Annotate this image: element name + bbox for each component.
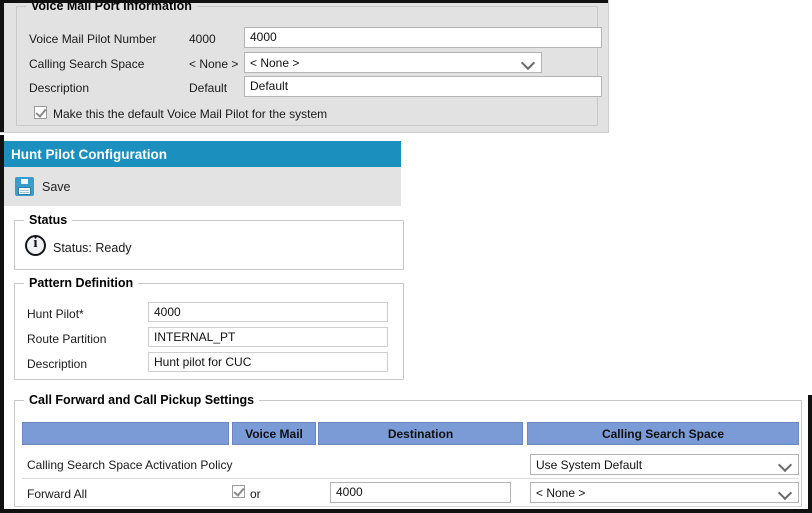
table-header-voice-mail: Voice Mail <box>232 422 316 445</box>
description-current: Default <box>189 81 227 95</box>
calling-search-space-activation-policy-select[interactable]: Use System Default <box>530 454 799 475</box>
table-header-destination-label: Destination <box>388 427 453 441</box>
table-header-voice-mail-label: Voice Mail <box>245 427 303 441</box>
calling-search-space-select[interactable]: < None > <box>244 52 542 73</box>
route-partition-input[interactable]: INTERNAL_PT <box>148 327 388 347</box>
bottom-border-rail <box>0 509 812 513</box>
pattern-description-label: Description <box>27 357 87 371</box>
description-input[interactable]: Default <box>244 76 602 97</box>
voice-mail-pilot-number-label: Voice Mail Pilot Number <box>29 32 156 46</box>
default-voice-mail-pilot-label: Make this the default Voice Mail Pilot f… <box>53 107 327 121</box>
forward-all-calling-search-space-value: < None > <box>536 486 585 500</box>
table-header-calling-search-space: Calling Search Space <box>527 422 799 445</box>
call-forward-legend: Call Forward and Call Pickup Settings <box>24 393 259 407</box>
table-row-divider <box>22 478 799 479</box>
pattern-definition-fieldset: Pattern Definition Hunt Pilot* 4000 Rout… <box>14 283 404 380</box>
table-row-divider <box>22 506 799 507</box>
calling-search-space-current: < None > <box>189 57 238 71</box>
route-partition-label: Route Partition <box>27 332 106 346</box>
table-header-blank <box>22 422 229 445</box>
right-border-rail <box>808 395 812 513</box>
default-voice-mail-pilot-checkbox[interactable] <box>34 106 47 119</box>
hunt-pilot-input[interactable]: 4000 <box>148 302 388 322</box>
table-header-destination: Destination <box>318 422 523 445</box>
chevron-down-icon <box>522 56 536 70</box>
save-button[interactable]: Save <box>42 180 71 194</box>
description-label: Description <box>29 81 89 95</box>
page-title: Hunt Pilot Configuration <box>11 147 167 162</box>
forward-all-label: Forward All <box>27 487 87 501</box>
forward-all-voice-mail-checkbox[interactable] <box>232 485 245 498</box>
voice-mail-port-panel: Voice Mail Port Information Voice Mail P… <box>0 0 609 133</box>
hunt-pilot-configuration-header: Hunt Pilot Configuration <box>4 141 401 167</box>
toolbar: Save <box>4 167 401 206</box>
calling-search-space-label: Calling Search Space <box>29 57 144 71</box>
calling-search-space-select-value: < None > <box>250 56 299 70</box>
forward-all-destination-input[interactable]: 4000 <box>330 482 511 503</box>
save-icon <box>15 177 34 196</box>
info-icon <box>25 235 46 256</box>
status-text: Status: Ready <box>53 241 132 255</box>
hunt-pilot-label: Hunt Pilot* <box>27 307 84 321</box>
table-header-calling-search-space-label: Calling Search Space <box>602 427 724 441</box>
status-fieldset: Status Status: Ready <box>14 220 404 270</box>
voice-mail-pilot-number-current: 4000 <box>189 32 216 46</box>
status-legend: Status <box>24 213 72 227</box>
forward-all-calling-search-space-select[interactable]: < None > <box>530 482 799 503</box>
calling-search-space-activation-policy-value: Use System Default <box>536 458 642 472</box>
pattern-description-input[interactable]: Hunt pilot for CUC <box>148 352 388 372</box>
pattern-definition-legend: Pattern Definition <box>24 276 138 290</box>
calling-search-space-activation-policy-label: Calling Search Space Activation Policy <box>27 458 232 472</box>
forward-all-or-label: or <box>250 487 261 501</box>
chevron-down-icon <box>779 458 793 472</box>
voice-mail-pilot-number-input[interactable]: 4000 <box>244 27 602 48</box>
voice-mail-port-legend: Voice Mail Port Information <box>26 0 197 13</box>
voice-mail-port-fieldset: Voice Mail Port Information Voice Mail P… <box>16 6 598 126</box>
chevron-down-icon <box>779 486 793 500</box>
